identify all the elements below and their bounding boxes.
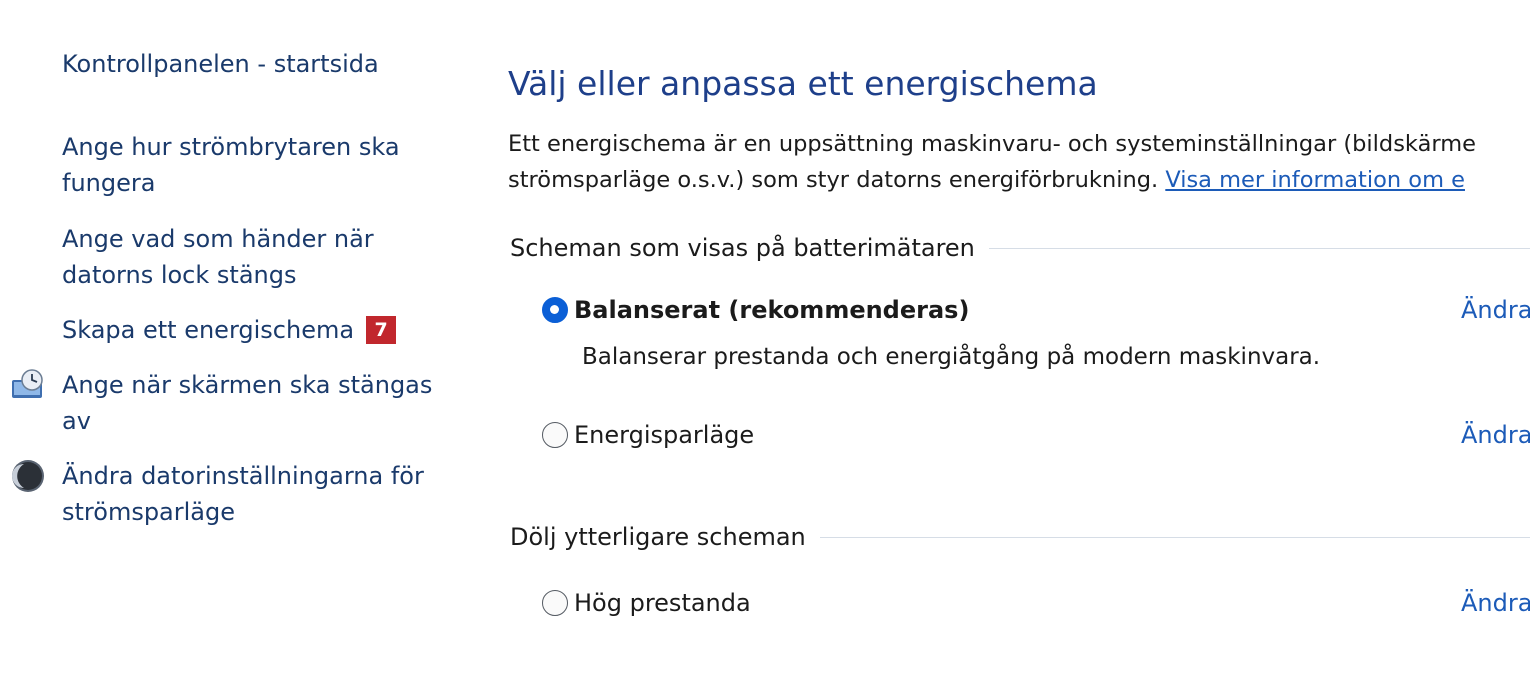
more-info-link[interactable]: Visa mer information om e	[1165, 167, 1465, 193]
description-text: strömsparläge o.s.v.) som styr datorns e…	[508, 167, 1166, 193]
radio-balanced[interactable]	[542, 297, 568, 323]
moon-icon	[10, 458, 46, 494]
sidebar-item-label: Ange hur strömbrytaren ska fungera	[62, 133, 400, 197]
plan-balanced[interactable]: Balanserat (rekommenderas)	[542, 292, 969, 328]
description-line-1: Ett energischema är en uppsättning maski…	[508, 131, 1476, 157]
radio-high-performance[interactable]	[542, 590, 568, 616]
group-header-label: Dölj ytterligare scheman	[510, 523, 806, 551]
plan-description: Balanserar prestanda och energiåtgång på…	[582, 344, 1321, 370]
plan-name: Balanserat (rekommenderas)	[574, 296, 970, 324]
group-header-label: Scheman som visas på batterimätaren	[510, 234, 975, 262]
plan-power-saver[interactable]: Energisparläge	[542, 417, 754, 453]
sidebar-item-lid-close[interactable]: Ange vad som händer när datorns lock stä…	[62, 221, 452, 293]
plan-name: Energisparläge	[574, 421, 755, 449]
page-description: Ett energischema är en uppsättning maski…	[508, 126, 1476, 198]
group-divider	[819, 536, 1530, 538]
plan-high-performance[interactable]: Hög prestanda	[542, 585, 751, 621]
description-line-2: strömsparläge o.s.v.) som styr datorns e…	[508, 162, 1476, 198]
group-header-hidden-plans[interactable]: Dölj ytterligare scheman	[510, 519, 1530, 555]
change-plan-power-saver-link[interactable]: Ändra	[1461, 417, 1530, 453]
sidebar-home-label: Kontrollpanelen - startsida	[62, 50, 379, 78]
power-options-window: Kontrollpanelen - startsida Ange hur str…	[0, 0, 1530, 688]
sidebar-item-power-button[interactable]: Ange hur strömbrytaren ska fungera	[62, 129, 452, 201]
plan-name: Hög prestanda	[574, 589, 751, 617]
monitor-clock-icon	[10, 367, 46, 403]
group-header-battery-meter: Scheman som visas på batterimätaren	[510, 230, 1530, 266]
sidebar: Kontrollpanelen - startsida Ange hur str…	[0, 0, 470, 688]
sidebar-item-display-off[interactable]: Ange när skärmen ska stängas av	[62, 367, 452, 439]
change-plan-balanced-link[interactable]: Ändra	[1461, 292, 1530, 328]
radio-power-saver[interactable]	[542, 422, 568, 448]
change-plan-high-performance-link[interactable]: Ändra	[1461, 585, 1530, 621]
main-content: Välj eller anpassa ett energischema Ett …	[508, 0, 1530, 688]
step-badge: 7	[366, 316, 397, 344]
sidebar-item-create-plan[interactable]: Skapa ett energischema 7	[62, 312, 452, 348]
sidebar-item-label: Skapa ett energischema	[62, 316, 355, 344]
page-title: Välj eller anpassa ett energischema	[508, 64, 1098, 103]
group-divider	[988, 247, 1530, 249]
sidebar-item-label: Ange vad som händer när datorns lock stä…	[62, 225, 374, 289]
sidebar-item-label: Ange när skärmen ska stängas av	[62, 371, 433, 435]
sidebar-item-label: Ändra datorinställningarna för strömspar…	[62, 462, 424, 526]
sidebar-home-link[interactable]: Kontrollpanelen - startsida	[62, 46, 452, 82]
sidebar-item-sleep-settings[interactable]: Ändra datorinställningarna för strömspar…	[62, 458, 452, 530]
